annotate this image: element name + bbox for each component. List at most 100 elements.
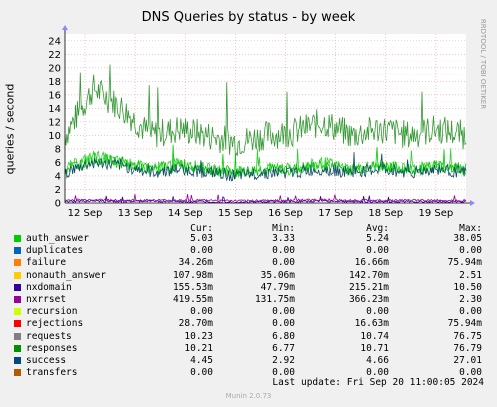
legend-cur: 0.00 <box>190 245 213 257</box>
munin-version: Munin 2.0.73 <box>225 392 272 400</box>
legend-row-success: success 4.45 2.92 4.66 27.01 <box>12 355 492 367</box>
legend-avg: 215.21m <box>348 281 389 293</box>
legend-avg: 142.70m <box>348 269 389 281</box>
legend-row-rejections: rejections 28.70m 0.00 16.63m 75.94m <box>12 318 492 330</box>
legend-cur: 419.55m <box>172 293 213 305</box>
legend-cur: 28.70m <box>178 318 213 330</box>
legend-min: 6.77 <box>272 342 295 354</box>
legend-row-requests: requests 10.23 6.80 10.74 76.75 <box>12 331 492 343</box>
legend-swatch <box>14 356 21 364</box>
legend-max: 76.75 <box>453 330 482 342</box>
legend-name: responses <box>26 342 78 354</box>
last-update: Last update: Fri Sep 20 11:00:05 2024 <box>272 377 484 388</box>
legend-avg: 10.71 <box>360 342 389 354</box>
y-tick-label: 12 <box>48 117 61 128</box>
legend-cur: 155.53m <box>172 281 213 293</box>
legend-max: 75.94m <box>447 318 482 330</box>
legend-cur: 5.03 <box>190 233 213 244</box>
legend-min: 0.00 <box>272 245 295 257</box>
y-tick-label: 10 <box>48 131 61 142</box>
legend-cur: 10.21 <box>184 342 213 354</box>
legend-swatch <box>14 308 21 316</box>
legend-max: 76.79 <box>453 342 482 354</box>
legend-swatch <box>14 259 21 267</box>
x-axis-arrow <box>470 200 475 206</box>
legend-max: 10.50 <box>453 281 482 293</box>
legend-max: 2.30 <box>459 293 482 305</box>
legend-avg: 4.66 <box>366 354 389 366</box>
legend-max: 27.01 <box>453 354 482 366</box>
legend-min: 3.33 <box>272 233 295 244</box>
legend-max: 0.00 <box>459 306 482 318</box>
y-tick-label: 16 <box>48 90 61 101</box>
legend-min: 2.92 <box>272 354 295 366</box>
legend-avg: 366.23m <box>348 293 389 305</box>
legend-swatch <box>14 235 21 242</box>
x-tick-label: 17 Sep <box>318 208 353 219</box>
x-tick-label: 18 Sep <box>368 208 403 219</box>
x-tick-label: 14 Sep <box>168 208 203 219</box>
legend-name: nonauth_answer <box>26 269 107 281</box>
legend-min: 35.06m <box>260 269 295 281</box>
x-tick-label: 12 Sep <box>68 208 103 219</box>
legend-min: 131.75m <box>254 293 295 305</box>
y-tick-label: 0 <box>55 199 61 210</box>
legend-row-nxdomain: nxdomain 155.53m 47.79m 215.21m 10.50 <box>12 282 492 294</box>
legend-min: 6.80 <box>272 330 295 342</box>
legend-max: 38.05 <box>453 233 482 244</box>
x-tick-label: 15 Sep <box>218 208 253 219</box>
legend-max: 0.00 <box>459 245 482 257</box>
legend: Cur: Min: Avg: Max: auth_answer 5.03 3.33 5… <box>12 223 492 379</box>
legend-name: nxdomain <box>26 281 72 293</box>
legend-row-duplicates: duplicates 0.00 0.00 0.00 0.00 <box>12 245 492 257</box>
legend-swatch <box>14 332 21 340</box>
legend-name: auth_answer <box>26 233 89 244</box>
legend-name: duplicates <box>26 245 84 257</box>
y-tick-label: 18 <box>48 77 61 88</box>
y-tick-label: 4 <box>55 171 61 182</box>
legend-max: 2.51 <box>459 269 482 281</box>
legend-avg: 10.74 <box>360 330 389 342</box>
legend-min: 0.00 <box>272 257 295 269</box>
legend-name: rejections <box>26 318 84 330</box>
y-tick-label: 24 <box>48 36 61 47</box>
legend-name: recursion <box>26 306 78 318</box>
legend-cur: 107.98m <box>172 269 213 281</box>
legend-name: success <box>26 354 67 366</box>
legend-row-nxrrset: nxrrset 419.55m 131.75m 366.23m 2.30 <box>12 294 492 306</box>
x-tick-label: 16 Sep <box>268 208 303 219</box>
legend-min: 0.00 <box>272 318 295 330</box>
y-tick-label: 2 <box>55 185 61 196</box>
legend-avg: 5.24 <box>366 233 389 244</box>
y-tick-label: 6 <box>55 158 61 169</box>
legend-max: 75.94m <box>447 257 482 269</box>
legend-row-auth_answer: auth_answer 5.03 3.33 5.24 38.05 <box>12 233 492 245</box>
legend-swatch <box>14 295 21 303</box>
legend-name: failure <box>26 257 67 269</box>
y-axis-arrow <box>62 25 68 30</box>
legend-cur: 34.26m <box>178 257 213 269</box>
legend-min: 0.00 <box>272 306 295 318</box>
y-tick-label: 20 <box>48 63 61 74</box>
x-tick-label: 19 Sep <box>418 208 453 219</box>
legend-cur: 10.23 <box>184 330 213 342</box>
legend-swatch <box>14 369 21 377</box>
legend-cur: 0.00 <box>190 306 213 318</box>
legend-swatch <box>14 344 21 352</box>
legend-avg: 0.00 <box>366 245 389 257</box>
legend-name: requests <box>26 330 72 342</box>
y-tick-label: 8 <box>55 144 61 155</box>
x-tick-label: 13 Sep <box>118 208 153 219</box>
legend-swatch <box>14 271 21 279</box>
legend-avg: 16.63m <box>354 318 389 330</box>
legend-cur: 4.45 <box>190 354 213 366</box>
legend-swatch <box>14 283 21 291</box>
legend-row-responses: responses 10.21 6.77 10.71 76.79 <box>12 343 492 355</box>
legend-row-failure: failure 34.26m 0.00 16.66m 75.94m <box>12 257 492 269</box>
legend-swatch <box>14 247 21 255</box>
legend-avg: 0.00 <box>366 306 389 318</box>
y-tick-label: 22 <box>48 50 61 61</box>
legend-min: 47.79m <box>260 281 295 293</box>
legend-avg: 16.66m <box>354 257 389 269</box>
legend-name: nxrrset <box>26 293 67 305</box>
